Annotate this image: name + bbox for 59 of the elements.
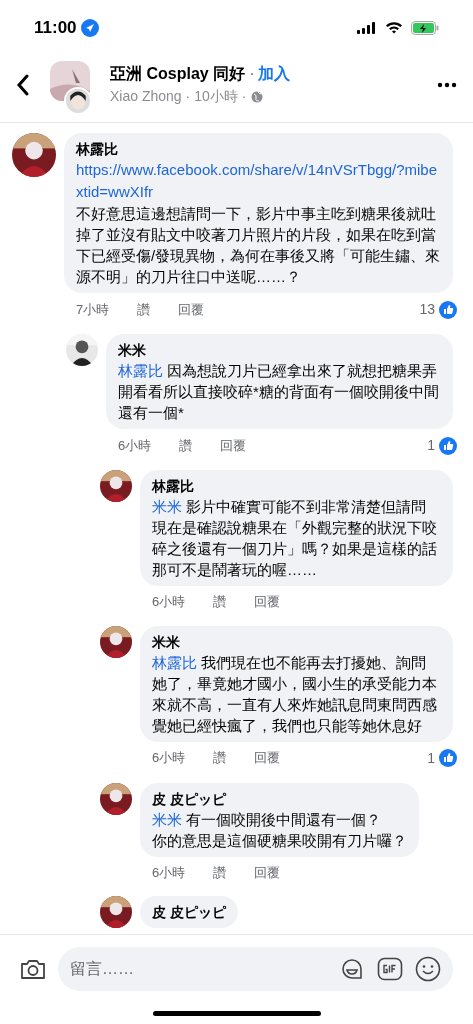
battery-icon [411, 20, 439, 35]
comment-link[interactable]: https://www.facebook.com/share/v/14nVSrTbgg/?mibextid=wwXIfr [76, 159, 441, 203]
reply-link[interactable]: 回覆 [254, 748, 281, 768]
back-icon[interactable] [16, 73, 30, 96]
mention-link[interactable]: 林露比 [152, 653, 197, 671]
comment-author[interactable]: 皮 皮ピッピ [152, 788, 407, 809]
like-icon [439, 749, 457, 767]
like-link[interactable]: 讚 [213, 748, 227, 768]
group-name[interactable]: 亞洲 Cosplay 同好 [110, 62, 246, 86]
like-icon [439, 436, 457, 455]
comment-text: 不好意思這邊想請問一下，影片中事主吃到糖果後就吐掉了並沒有貼文中咬著刀片照片的片段，如果在吃到當下已經受傷/發現異物，為何在事後又將「可能生鏽、來源不明」的刀片往口中送呢……？ [76, 204, 441, 287]
like-link[interactable]: 讚 [213, 592, 227, 612]
like-link[interactable]: 讚 [213, 862, 227, 882]
comment-text: 米米 有一個咬開後中間還有一個？ [152, 809, 383, 830]
comment-time: 6小時 [152, 593, 186, 611]
comment-author[interactable]: 林露比 [152, 476, 441, 496]
comment-placeholder: 留言…… [70, 959, 135, 979]
status-time: 11:00 [34, 16, 77, 39]
comment-text: 你的意思是這個硬糖果咬開有刀片囉？ [152, 830, 407, 851]
sticker-icon[interactable] [339, 956, 365, 982]
comment-field[interactable]: 留言…… [58, 947, 453, 991]
comment-author[interactable]: 米米 [152, 631, 441, 652]
separator-dot: · [241, 87, 247, 106]
like-count: 1 [427, 436, 435, 455]
comment-text: 米米 影片中確實可能不到非常清楚但請問現在是確認說糖果在「外觀完整的狀況下咬碎之後還有一個刀片」嗎？如果是這樣的話那可不是鬧著玩的喔…… [152, 497, 438, 580]
globe-icon [250, 90, 263, 103]
like-icon [439, 300, 457, 319]
wifi-icon [385, 21, 403, 34]
comment-time: 6小時 [152, 749, 186, 768]
comment-author[interactable]: 米米 [118, 340, 441, 360]
mention-link[interactable]: 米米 [152, 810, 182, 828]
comment-time: 6小時 [152, 863, 186, 882]
comment-author[interactable]: 林露比 [76, 139, 441, 159]
reply-link[interactable]: 回覆 [178, 299, 205, 320]
comment-text: 林露比 我們現在也不能再去打擾她、詢問她了，畢竟她才國小，國小生的承受能力本來就不高，一直有人來炸她訊息問東問西感覺她已經快瘋了，我們也只能等她休息好 [152, 652, 438, 736]
like-link[interactable]: 讚 [179, 435, 193, 456]
post-author[interactable]: Xiao Zhong [110, 86, 182, 107]
mention-link[interactable]: 米米 [152, 498, 182, 515]
reply-link[interactable]: 回覆 [254, 862, 281, 882]
emoji-icon[interactable] [415, 956, 441, 982]
post-time: 10小時 [194, 87, 238, 106]
like-count: 1 [427, 748, 435, 768]
separator-dot: · [185, 87, 191, 106]
reply-link[interactable]: 回覆 [254, 592, 281, 612]
join-link[interactable]: 加入 [258, 62, 291, 86]
reply-link[interactable]: 回覆 [220, 435, 247, 456]
comment-text: 林露比 因為想說刀片已經拿出來了就想把糖果弄開看看所以直接咬碎*糖的背面有一個咬開後中間還有一個* [118, 361, 440, 423]
separator-dot: · [249, 64, 255, 84]
signal-icon [357, 21, 377, 34]
like-link[interactable]: 讚 [137, 299, 151, 320]
comment-author[interactable]: 皮 皮ピッピ [152, 902, 226, 922]
comment-time: 7小時 [76, 300, 110, 319]
location-icon [80, 18, 99, 37]
more-icon[interactable] [437, 81, 457, 88]
like-count: 13 [419, 300, 435, 319]
gif-icon[interactable] [377, 957, 403, 981]
camera-icon[interactable] [20, 958, 46, 980]
mention-link[interactable]: 林露比 [118, 362, 163, 379]
comment-time: 6小時 [118, 436, 152, 455]
